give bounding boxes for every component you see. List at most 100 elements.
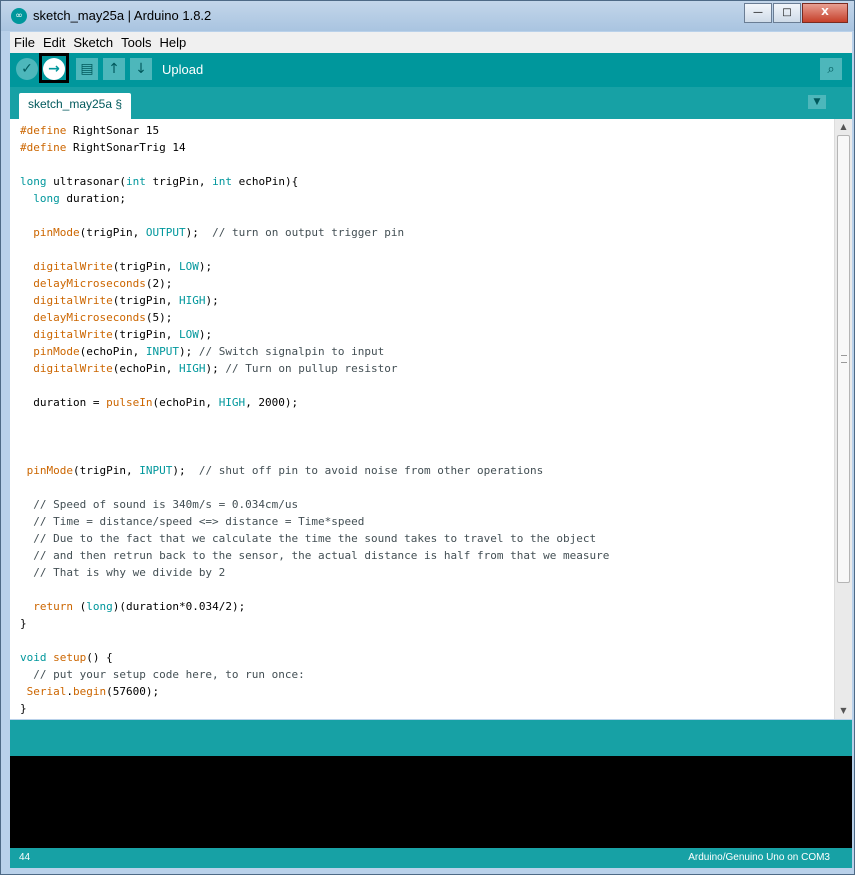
code-line[interactable]: // Speed of sound is 340m/s = 0.034cm/us	[20, 496, 609, 513]
code-line[interactable]	[20, 377, 609, 394]
arrow-right-icon: →	[48, 61, 60, 77]
vertical-scrollbar[interactable]: ▲ ▼	[834, 119, 852, 719]
close-button[interactable]: X	[802, 3, 848, 23]
code-line[interactable]	[20, 241, 609, 258]
maximize-button[interactable]: □	[773, 3, 801, 23]
code-line[interactable]	[20, 632, 609, 649]
code-line[interactable]: void setup() {	[20, 649, 609, 666]
new-sketch-button[interactable]: ▤	[76, 58, 98, 80]
code-token: return	[33, 600, 73, 613]
code-line[interactable]: Serial.begin(57600);	[20, 683, 609, 700]
open-sketch-button[interactable]: ↑	[103, 58, 125, 80]
code-line[interactable]	[20, 428, 609, 445]
code-token: duration;	[59, 192, 126, 205]
menu-help[interactable]: Help	[155, 35, 190, 50]
code-editor[interactable]: #define RightSonar 15 #define RightSonarT…	[10, 119, 852, 719]
arduino-ide-window: ∞ sketch_may25a | Arduino 1.8.2 — □ X Fi…	[0, 0, 855, 875]
grip-icon	[841, 355, 847, 363]
chevron-down-icon: ▼	[813, 97, 821, 107]
code-line[interactable]	[20, 479, 609, 496]
checkmark-icon: ✓	[21, 61, 33, 77]
code-line[interactable]: pinMode(echoPin, INPUT); // Switch signa…	[20, 343, 609, 360]
serial-monitor-button[interactable]: ⌕	[820, 58, 842, 80]
code-line[interactable]: return (long)(duration*0.034/2);	[20, 598, 609, 615]
window-controls: — □ X	[743, 3, 848, 23]
code-token: .	[66, 685, 73, 698]
code-token: pinMode	[33, 345, 80, 358]
message-area	[10, 720, 852, 756]
code-line[interactable]	[20, 581, 609, 598]
code-token: delayMicroseconds	[33, 277, 146, 290]
code-token: pinMode	[33, 226, 80, 239]
code-line[interactable]: // Due to the fact that we calculate the…	[20, 530, 609, 547]
code-line[interactable]: }	[20, 700, 609, 717]
magnifier-icon: ⌕	[827, 61, 835, 77]
menu-file[interactable]: File	[10, 35, 39, 50]
code-token: );	[178, 345, 199, 358]
code-line[interactable]: // Time = distance/speed <=> distance = …	[20, 513, 609, 530]
code-line[interactable]: // put your setup code here, to run once…	[20, 666, 609, 683]
title-bar[interactable]: ∞ sketch_may25a | Arduino 1.8.2 — □ X	[1, 1, 854, 31]
code-token: RightSonar 15	[66, 124, 160, 137]
code-line[interactable]	[20, 156, 609, 173]
console-output[interactable]	[10, 756, 852, 848]
code-token: begin	[73, 685, 107, 698]
code-token: Serial	[26, 685, 67, 698]
code-token: LOW	[178, 328, 199, 341]
code-token: () {	[86, 651, 113, 664]
code-token: setup	[53, 651, 87, 664]
code-line[interactable]	[20, 207, 609, 224]
minimize-button[interactable]: —	[744, 3, 772, 23]
code-line[interactable]: digitalWrite(echoPin, HIGH); // Turn on …	[20, 360, 609, 377]
code-line[interactable]: long duration;	[20, 190, 609, 207]
code-line[interactable]: duration = pulseIn(echoPin, HIGH, 2000);	[20, 394, 609, 411]
tab-menu-button[interactable]: ▼	[808, 95, 826, 109]
save-sketch-button[interactable]: ↓	[130, 58, 152, 80]
scroll-thumb[interactable]	[837, 135, 850, 583]
code-line[interactable]	[20, 411, 609, 428]
menu-edit[interactable]: Edit	[39, 35, 69, 50]
code-token: );	[205, 362, 226, 375]
menu-tools[interactable]: Tools	[117, 35, 155, 50]
arduino-logo-icon: ∞	[11, 8, 27, 24]
code-token: }	[20, 617, 27, 630]
code-line[interactable]: digitalWrite(trigPin, LOW);	[20, 326, 609, 343]
upload-button[interactable]: →	[43, 58, 65, 80]
code-token: pulseIn	[106, 396, 153, 409]
code-line[interactable]: long ultrasonar(int trigPin, int echoPin…	[20, 173, 609, 190]
code-token: trigPin,	[145, 175, 213, 188]
scroll-down-icon[interactable]: ▼	[835, 703, 852, 719]
menu-sketch[interactable]: Sketch	[69, 35, 117, 50]
code-text[interactable]: #define RightSonar 15 #define RightSonarT…	[20, 122, 609, 717]
code-line[interactable]: // and then retrun back to the sensor, t…	[20, 547, 609, 564]
code-line[interactable]: delayMicroseconds(5);	[20, 309, 609, 326]
tab-sketch[interactable]: sketch_may25a §	[19, 93, 131, 119]
code-token: // That is why we divide by 2	[33, 566, 226, 579]
toolbar-hover-label: Upload	[162, 62, 204, 77]
scroll-up-icon[interactable]: ▲	[835, 119, 852, 135]
code-line[interactable]: #define RightSonarTrig 14	[20, 139, 609, 156]
verify-button[interactable]: ✓	[16, 58, 38, 80]
new-file-icon: ▤	[80, 61, 94, 77]
code-line[interactable]: // That is why we divide by 2	[20, 564, 609, 581]
board-port-status: Arduino/Genuino Uno on COM3	[688, 852, 830, 863]
code-line[interactable]: digitalWrite(trigPin, HIGH);	[20, 292, 609, 309]
code-line[interactable]	[20, 445, 609, 462]
code-token: // put your setup code here, to run once…	[33, 668, 305, 681]
code-line[interactable]: #define RightSonar 15	[20, 122, 609, 139]
code-line[interactable]: pinMode(trigPin, INPUT); // shut off pin…	[20, 462, 609, 479]
code-line[interactable]: delayMicroseconds(2);	[20, 275, 609, 292]
code-token: ultrasonar(	[46, 175, 126, 188]
code-token: digitalWrite	[33, 260, 113, 273]
code-line[interactable]: pinMode(trigPin, OUTPUT); // turn on out…	[20, 224, 609, 241]
code-line[interactable]: digitalWrite(trigPin, LOW);	[20, 258, 609, 275]
code-line[interactable]: }	[20, 615, 609, 632]
code-token: (echoPin,	[79, 345, 146, 358]
